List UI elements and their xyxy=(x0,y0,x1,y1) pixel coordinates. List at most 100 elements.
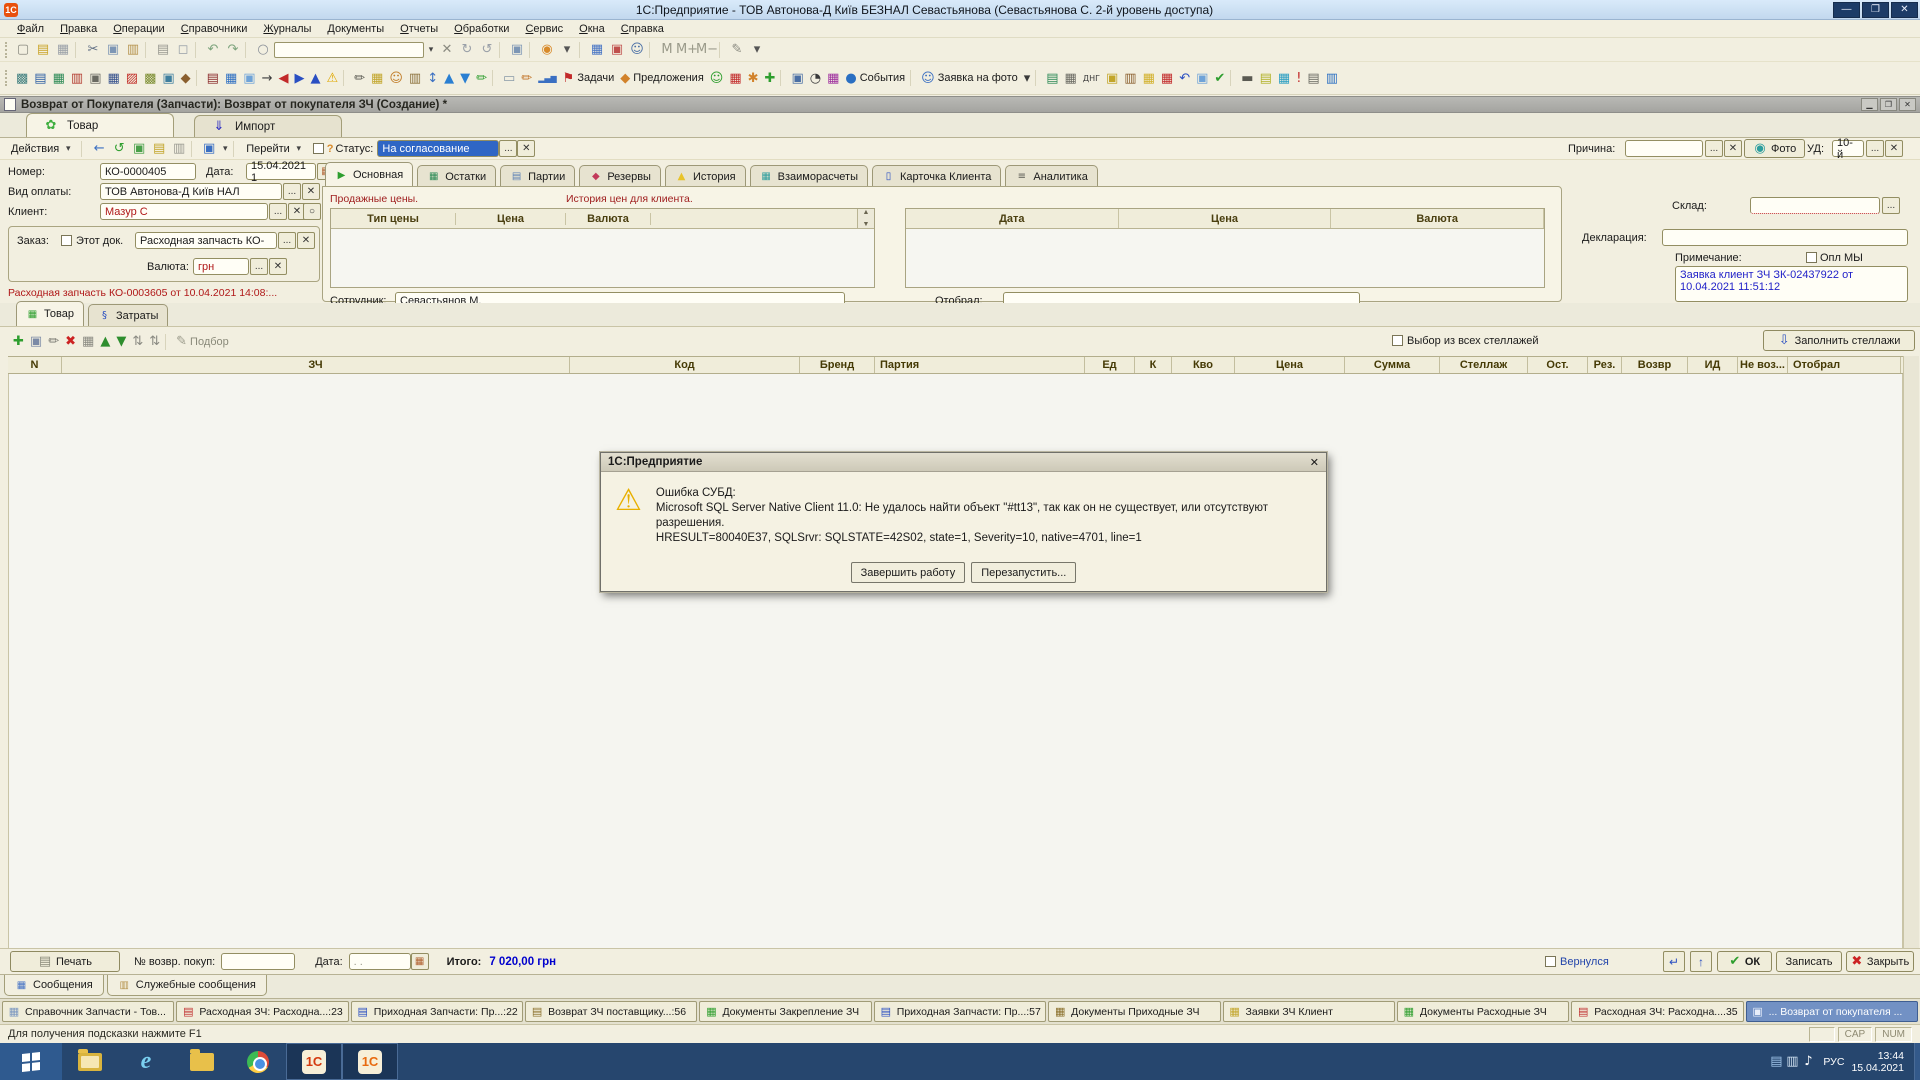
items-table-scrollbar[interactable] xyxy=(1903,356,1919,948)
dialog-restart-button[interactable]: Перезапустить... xyxy=(971,562,1076,583)
tray-sound-icon[interactable]: ♪ xyxy=(1800,1053,1816,1071)
payment-type-field[interactable]: ТОВ Автонова-Д Київ НАЛ xyxy=(100,183,282,200)
add-row-icon[interactable]: ✚ xyxy=(10,333,27,351)
taskbar-1c-button[interactable]: 1С xyxy=(286,1043,342,1080)
menu-item[interactable]: Сервис xyxy=(518,22,570,36)
minimize-button[interactable]: — xyxy=(1833,2,1860,18)
copy-doc-icon[interactable]: ▤ xyxy=(149,140,169,158)
taskbar-1c-button-2[interactable]: 1С xyxy=(342,1043,398,1080)
tool-icon[interactable]: ▼ xyxy=(457,69,473,87)
number-field[interactable]: КО-0000405 xyxy=(100,163,196,180)
dialog-quit-button[interactable]: Завершить работу xyxy=(851,562,966,583)
tool-icon[interactable]: ▣ xyxy=(159,69,177,87)
toolbar-grip[interactable] xyxy=(5,42,10,58)
show-desktop-button[interactable] xyxy=(1914,1043,1920,1080)
tool-icon[interactable]: ▦ xyxy=(726,69,744,87)
up-icon[interactable]: ▲ xyxy=(307,69,323,87)
new-document-icon[interactable]: ▢ xyxy=(13,41,33,59)
client-field[interactable]: Мазур С xyxy=(100,203,268,220)
returned-checkbox[interactable] xyxy=(1545,956,1556,967)
tab-import[interactable]: ⇓Импорт xyxy=(194,115,342,137)
goto-menu-button[interactable]: Перейти▾ xyxy=(241,142,310,156)
tab-items-tovar[interactable]: ▦Товар xyxy=(16,301,84,326)
footer-date-field[interactable]: . . xyxy=(349,953,411,970)
close-doc-button[interactable]: ✖ Закрыть xyxy=(1846,951,1914,972)
reason-clear-button[interactable]: ✕ xyxy=(1724,140,1742,157)
payment-clear-button[interactable]: ✕ xyxy=(302,183,320,200)
ok-button[interactable]: ✔ ОК xyxy=(1717,951,1772,972)
tasks-button[interactable]: ⚑Задачи xyxy=(560,69,618,87)
dng-icon[interactable]: ДНГ xyxy=(1080,69,1103,87)
tool-icon[interactable]: ▤ xyxy=(1304,69,1322,87)
this-doc-checkbox[interactable] xyxy=(61,235,72,246)
warehouse-field[interactable] xyxy=(1750,197,1880,214)
move-up-button[interactable]: ↑ xyxy=(1690,951,1712,972)
tab-osnovnaya[interactable]: ▶Основная xyxy=(325,162,413,187)
status-clear-button[interactable]: ✕ xyxy=(517,140,535,157)
sales-prices-table[interactable]: Тип ценыЦенаВалюта ▲▼ xyxy=(330,208,875,288)
calendar-icon[interactable]: ▣ xyxy=(607,41,627,59)
order-ellipsis-button[interactable]: ... xyxy=(278,232,296,249)
ud-clear-button[interactable]: ✕ xyxy=(1885,140,1903,157)
return-number-field[interactable] xyxy=(221,953,295,970)
tool-icon[interactable]: ▣ xyxy=(788,69,806,87)
open-icon[interactable]: ▤ xyxy=(33,41,53,59)
tool-icon[interactable]: ▣ xyxy=(86,69,104,87)
actions-menu-button[interactable]: Действия▾ xyxy=(6,142,79,156)
memory-plus-icon[interactable]: М+ xyxy=(677,41,697,59)
search-clear-icon[interactable]: ✕ xyxy=(437,41,457,59)
tab-partii[interactable]: ▤Партии xyxy=(500,165,575,187)
window-button[interactable]: ▤Возврат ЗЧ поставщику...:56 xyxy=(525,1001,697,1022)
window-button[interactable]: ▤Расходная ЗЧ: Расходна...:23 xyxy=(176,1001,348,1022)
save-button[interactable]: Записать xyxy=(1776,951,1842,972)
tool-icon[interactable]: ▣ xyxy=(1103,69,1121,87)
taskbar-explorer-button[interactable] xyxy=(62,1043,118,1080)
tool-icon[interactable]: ▥ xyxy=(406,69,424,87)
return-icon[interactable]: ↶ xyxy=(1176,69,1193,87)
post-button[interactable]: ↵ xyxy=(1663,951,1685,972)
find-next-icon[interactable]: ↻ xyxy=(457,41,477,59)
windows-icon[interactable]: ▣ xyxy=(507,41,527,59)
tool-icon[interactable]: ▣ xyxy=(1193,69,1211,87)
tool-icon[interactable]: ▩ xyxy=(13,69,31,87)
currency-field[interactable]: грн xyxy=(193,258,249,275)
user-lock-icon[interactable]: ☺ xyxy=(627,41,647,59)
truck-red-icon[interactable]: ▦ xyxy=(1158,69,1176,87)
fill-shelves-button[interactable]: ⇩ Заполнить стеллажи xyxy=(1763,330,1915,351)
language-indicator[interactable]: РУС xyxy=(1823,1056,1844,1068)
send-doc-dropdown-icon[interactable]: ▾ xyxy=(219,143,231,154)
window-button[interactable]: ▦Документы Расходные ЗЧ xyxy=(1397,1001,1569,1022)
photo-request-button[interactable]: ☺Заявка на фото xyxy=(918,69,1021,87)
taskbar-ie-button[interactable]: e xyxy=(118,1043,174,1080)
copy-row-icon[interactable]: ▣ xyxy=(27,333,45,351)
move-down-icon[interactable]: ▼ xyxy=(113,333,129,351)
print-icon[interactable]: ▤ xyxy=(153,41,173,59)
mdi-restore-button[interactable]: ❐ xyxy=(1880,98,1897,111)
start-button[interactable] xyxy=(0,1043,62,1080)
currency-ellipsis-button[interactable]: ... xyxy=(250,258,268,275)
reread-icon[interactable]: ▣ xyxy=(129,140,149,158)
send-doc-icon[interactable]: ▣ xyxy=(199,140,219,158)
tool-icon[interactable]: ▩ xyxy=(141,69,159,87)
delete-row-icon[interactable]: ✖ xyxy=(62,333,79,351)
tool-icon[interactable]: ▦ xyxy=(50,69,68,87)
menu-item[interactable]: Отчеты xyxy=(393,22,445,36)
footer-date-calendar-button[interactable]: ▦ xyxy=(411,953,429,970)
order-clear-button[interactable]: ✕ xyxy=(297,232,315,249)
tool-icon[interactable]: ▨ xyxy=(123,69,141,87)
window-button[interactable]: ▦Документы Закрепление ЗЧ xyxy=(699,1001,871,1022)
payment-ellipsis-button[interactable]: ... xyxy=(283,183,301,200)
tool-icon[interactable]: ▤ xyxy=(1043,69,1061,87)
tool-icon[interactable]: ▥ xyxy=(68,69,86,87)
mdi-minimize-button[interactable]: ▁ xyxy=(1861,98,1878,111)
maximize-button[interactable]: ❐ xyxy=(1862,2,1889,18)
all-shelves-checkbox[interactable] xyxy=(1392,335,1403,346)
copy-icon[interactable]: ▣ xyxy=(103,41,123,59)
reason-ellipsis-button[interactable]: ... xyxy=(1705,140,1723,157)
window-button[interactable]: ▤Приходная Запчасти: Пр...:22 xyxy=(351,1001,523,1022)
hand-icon[interactable]: ✱ xyxy=(745,69,762,87)
tool-icon[interactable]: ▤ xyxy=(1257,69,1275,87)
tool-icon[interactable]: ▦ xyxy=(222,69,240,87)
ud-ellipsis-button[interactable]: ... xyxy=(1866,140,1884,157)
window-button[interactable]: ▦Заявки ЗЧ Клиент xyxy=(1223,1001,1395,1022)
